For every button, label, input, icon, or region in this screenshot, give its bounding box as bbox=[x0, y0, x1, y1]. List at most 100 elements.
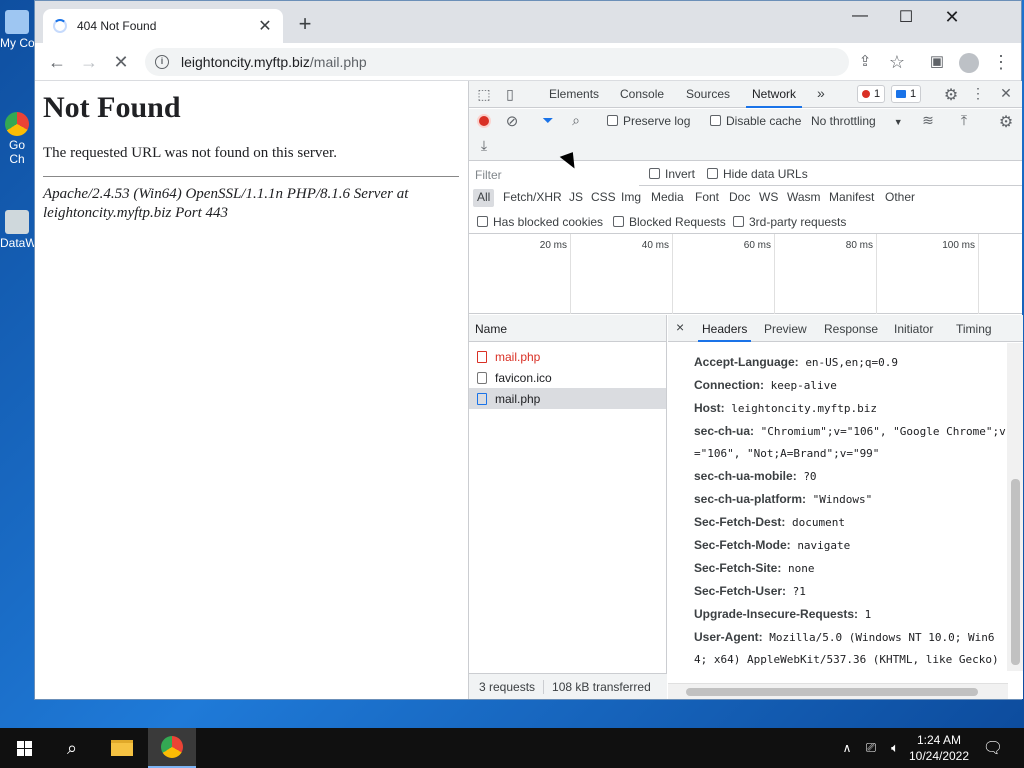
invert-checkbox[interactable]: Invert bbox=[649, 167, 695, 181]
devtools-menu-icon[interactable]: ⋮ bbox=[969, 85, 987, 102]
search-icon[interactable]: ⌕ bbox=[567, 112, 585, 129]
message-icon bbox=[896, 90, 906, 98]
back-button[interactable]: ← bbox=[45, 51, 69, 73]
address-bar[interactable]: i leightoncity.myftp.biz/mail.php bbox=[145, 48, 849, 76]
export-har-icon[interactable]: ⤓ bbox=[475, 137, 493, 154]
stop-loading-button[interactable]: ✕ bbox=[109, 51, 133, 73]
tab-response[interactable]: Response bbox=[824, 322, 878, 336]
tab-headers[interactable]: Headers bbox=[697, 322, 752, 342]
name-column-header[interactable]: Name bbox=[469, 315, 666, 342]
type-filter-ws[interactable]: WS bbox=[755, 189, 782, 207]
browser-tab[interactable]: 404 Not Found ✕ bbox=[43, 9, 283, 43]
share-icon[interactable]: ⇪ bbox=[853, 51, 877, 73]
minimize-button[interactable]: — bbox=[845, 7, 875, 25]
third-party-requests-checkbox[interactable]: 3rd-party requests bbox=[733, 215, 846, 229]
system-clock[interactable]: 1:24 AM 10/24/2022 bbox=[906, 732, 972, 764]
loading-spinner-icon bbox=[53, 19, 67, 33]
menu-kebab-icon[interactable]: ⋮ bbox=[989, 51, 1013, 73]
network-conditions-icon[interactable]: ≋ bbox=[919, 112, 937, 129]
type-filter-css[interactable]: CSS bbox=[587, 189, 620, 207]
type-filter-manifest[interactable]: Manifest bbox=[825, 189, 878, 207]
close-detail-icon[interactable]: × bbox=[676, 319, 684, 335]
document-icon bbox=[477, 350, 487, 363]
search-icon[interactable]: ⌕ bbox=[48, 728, 96, 768]
side-panel-icon[interactable]: ▣ bbox=[925, 51, 949, 73]
close-tab-icon[interactable]: ✕ bbox=[257, 16, 273, 36]
header-row: User-Agent: Mozilla/5.0 (Windows NT 10.0… bbox=[694, 630, 999, 666]
error-icon bbox=[862, 90, 870, 98]
browser-window: 404 Not Found ✕ + — ☐ ✕ ← → ✕ i leighton… bbox=[34, 0, 1023, 700]
device-toolbar-icon[interactable]: ▯ bbox=[501, 86, 519, 103]
chrome-taskbar-icon[interactable] bbox=[148, 728, 196, 768]
type-filter-media[interactable]: Media bbox=[647, 189, 688, 207]
transferred-size: 108 kB transferred bbox=[552, 679, 651, 694]
type-filter-js[interactable]: JS bbox=[565, 189, 587, 207]
tab-initiator[interactable]: Initiator bbox=[894, 322, 933, 336]
tab-console[interactable]: Console bbox=[620, 87, 664, 101]
desktop-icon-my-computer[interactable]: My Co bbox=[0, 10, 34, 50]
page-heading: Not Found bbox=[43, 91, 181, 124]
hide-data-urls-checkbox[interactable]: Hide data URLs bbox=[707, 167, 808, 181]
type-filter-other[interactable]: Other bbox=[881, 189, 919, 207]
desktop-icon-google-chrome[interactable]: Go Ch bbox=[0, 112, 34, 166]
disable-cache-checkbox[interactable]: Disable cache bbox=[710, 114, 801, 128]
record-icon[interactable] bbox=[477, 114, 491, 128]
import-har-icon[interactable]: ⤒ bbox=[955, 112, 973, 129]
file-explorer-icon[interactable] bbox=[98, 728, 146, 768]
notifications-icon[interactable]: 🗨︎ bbox=[978, 728, 1008, 768]
bookmark-star-icon[interactable]: ☆ bbox=[885, 51, 909, 73]
type-filter-wasm[interactable]: Wasm bbox=[783, 189, 825, 207]
page-content: Not Found The requested URL was not foun… bbox=[35, 81, 467, 699]
tab-network[interactable]: Network bbox=[745, 87, 803, 108]
forward-button[interactable]: → bbox=[77, 51, 101, 73]
tab-sources[interactable]: Sources bbox=[686, 87, 730, 101]
page-message: The requested URL was not found on this … bbox=[43, 145, 337, 161]
preserve-log-checkbox[interactable]: Preserve log bbox=[607, 114, 690, 128]
network-timeline[interactable]: 20 ms 40 ms 60 ms 80 ms 100 ms bbox=[469, 234, 1022, 314]
tab-preview[interactable]: Preview bbox=[764, 322, 807, 336]
volume-icon[interactable]: 🔈︎ bbox=[884, 728, 906, 768]
profile-avatar-icon[interactable] bbox=[957, 51, 981, 74]
type-filter-img[interactable]: Img bbox=[617, 189, 645, 207]
tab-elements[interactable]: Elements bbox=[549, 87, 599, 101]
server-signature: Apache/2.4.53 (Win64) OpenSSL/1.1.1n PHP… bbox=[43, 186, 409, 221]
filter-row: Filter Invert Hide data URLs bbox=[469, 162, 1022, 186]
close-window-button[interactable]: ✕ bbox=[937, 7, 967, 28]
message-count-badge[interactable]: 1 bbox=[891, 85, 922, 103]
network-icon[interactable]: ⎚ bbox=[860, 728, 882, 768]
resource-type-filters: All Fetch/XHR JS CSS Img Media Font Doc … bbox=[469, 186, 1022, 210]
site-info-icon[interactable]: i bbox=[155, 55, 169, 69]
close-devtools-icon[interactable]: ✕ bbox=[997, 85, 1015, 102]
request-row[interactable]: favicon.ico bbox=[469, 367, 666, 388]
inspect-element-icon[interactable]: ⬚ bbox=[475, 86, 493, 103]
page-divider bbox=[43, 176, 459, 177]
error-count-badge[interactable]: 1 bbox=[857, 85, 886, 103]
start-button[interactable] bbox=[0, 728, 48, 768]
header-row: Sec-Fetch-Dest: document bbox=[694, 515, 845, 529]
has-blocked-cookies-checkbox[interactable]: Has blocked cookies bbox=[477, 215, 603, 229]
network-settings-icon[interactable]: ⚙ bbox=[997, 112, 1015, 132]
more-tabs-icon[interactable]: » bbox=[817, 85, 825, 101]
desktop-icon-dataw[interactable]: DataW bbox=[0, 210, 34, 250]
header-row: sec-ch-ua: "Chromium";v="106", "Google C… bbox=[694, 424, 1006, 460]
settings-gear-icon[interactable]: ⚙ bbox=[942, 85, 960, 105]
type-filter-doc[interactable]: Doc bbox=[725, 189, 754, 207]
blocked-filters-row: Has blocked cookies Blocked Requests 3rd… bbox=[469, 210, 1022, 234]
maximize-button[interactable]: ☐ bbox=[891, 7, 921, 27]
type-filter-font[interactable]: Font bbox=[691, 189, 723, 207]
header-row: Sec-Fetch-User: ?1 bbox=[694, 584, 806, 598]
request-row[interactable]: mail.php bbox=[469, 388, 666, 409]
filter-input[interactable]: Filter bbox=[469, 162, 639, 186]
new-tab-button[interactable]: + bbox=[293, 13, 317, 37]
clear-icon[interactable]: ⊘ bbox=[503, 112, 521, 130]
type-filter-all[interactable]: All bbox=[473, 189, 495, 207]
filter-icon[interactable]: ⏷ bbox=[539, 112, 557, 129]
throttling-select[interactable]: No throttling ▼ bbox=[811, 114, 903, 128]
tab-timing[interactable]: Timing bbox=[956, 322, 992, 336]
blocked-requests-checkbox[interactable]: Blocked Requests bbox=[613, 215, 726, 229]
type-filter-fetch-xhr[interactable]: Fetch/XHR bbox=[499, 189, 566, 207]
vertical-scrollbar[interactable] bbox=[1007, 343, 1023, 671]
show-hidden-icons-chevron-icon[interactable]: ∧ bbox=[838, 728, 856, 768]
request-row[interactable]: mail.php bbox=[469, 346, 666, 367]
horizontal-scrollbar[interactable] bbox=[668, 683, 1008, 699]
